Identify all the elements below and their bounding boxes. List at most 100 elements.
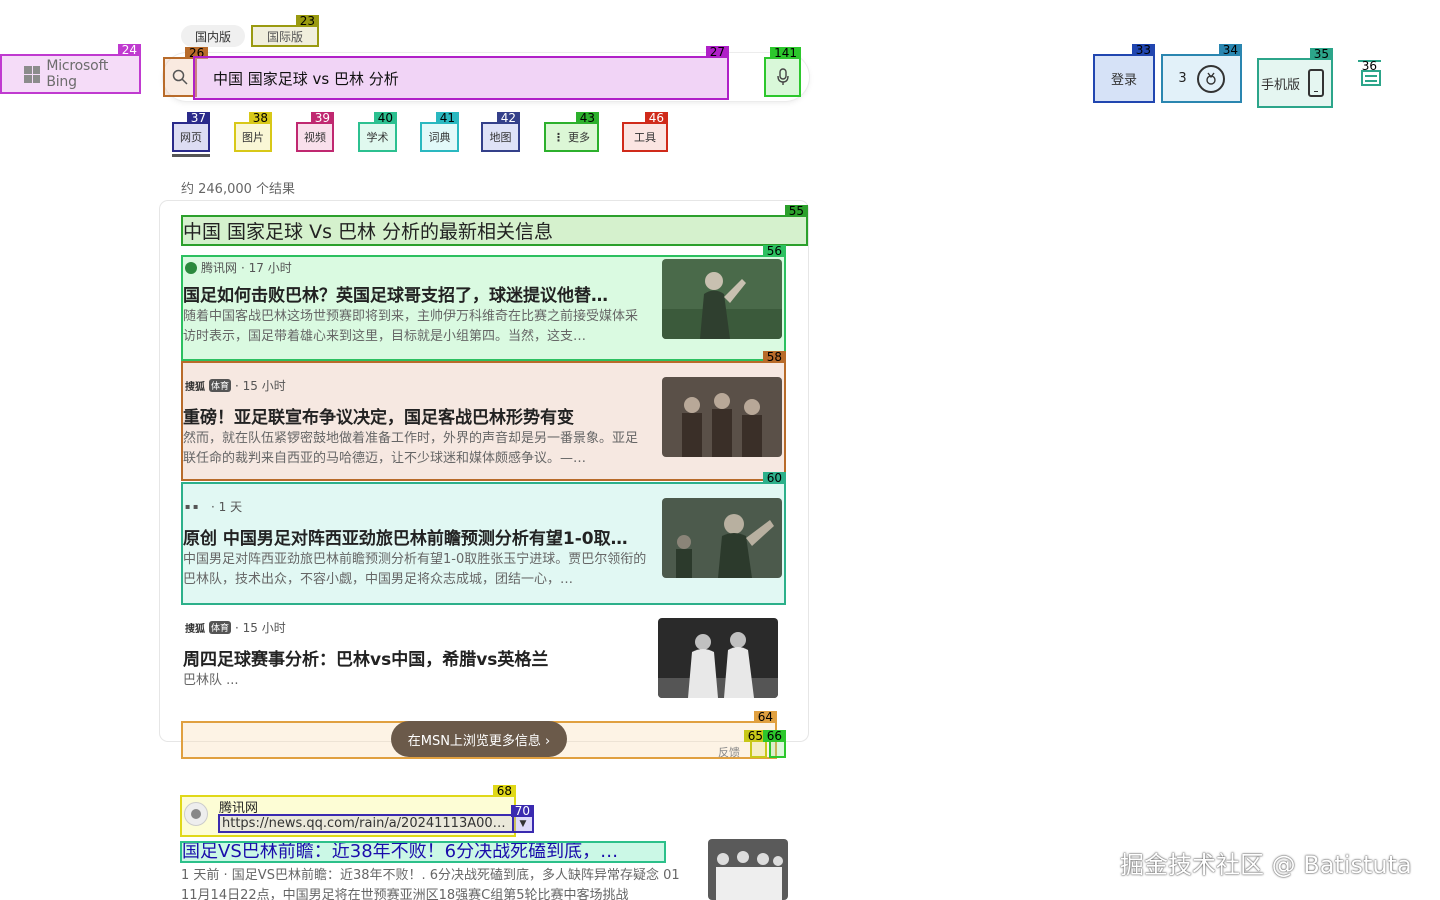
msn-more-button[interactable]: 在MSN上浏览更多信息 › xyxy=(391,721,567,757)
mark-label: 71 xyxy=(643,841,666,843)
url-dropdown-button[interactable]: ▼ 70 xyxy=(510,805,534,833)
version-domestic-tab[interactable]: 国内版 xyxy=(181,25,245,47)
mark-label: 64 xyxy=(753,711,777,723)
tab-more[interactable]: ⋮ 更多 43 xyxy=(544,112,599,152)
news-headline[interactable]: 重磅！亚足联宣布争议决定，国足客战巴林形势有变 xyxy=(183,403,638,428)
news-source: ▪ ▪ · 1 天 xyxy=(185,498,242,515)
microphone-button[interactable]: 141 xyxy=(764,47,801,97)
news-snippet: 然而，就在队伍紧锣密鼓地做着准备工作时，外界的声音却是另一番景象。亚足联任命的裁… xyxy=(183,431,639,466)
search-input[interactable]: 中国 国家足球 vs 巴林 分析 27 xyxy=(193,46,729,100)
bing-logo[interactable]: Microsoft Bing 24 xyxy=(0,44,141,94)
news-snippet: 随着中国客战巴林这场世预赛即将到来，主帅伊万科维奇在比赛之前接受媒体采访时表示，… xyxy=(183,309,639,344)
rewards-count: 3 xyxy=(1178,71,1187,86)
site-favicon-icon xyxy=(184,802,208,826)
tab-label: 网页 xyxy=(180,131,202,144)
mark-label: 40 xyxy=(373,112,397,124)
version-international-tab[interactable]: 国际版 23 xyxy=(251,15,319,47)
news-thumbnail[interactable] xyxy=(658,618,778,698)
mark-label: 33 xyxy=(1131,44,1155,56)
login-button[interactable]: 登录 33 xyxy=(1093,44,1155,103)
mark-label: 35 xyxy=(1309,48,1333,60)
mark-label: 23 xyxy=(295,15,319,27)
news-source-logo: ▪ ▪ xyxy=(185,501,199,511)
news-source-name: 搜狐 xyxy=(185,624,205,635)
login-label: 登录 xyxy=(1110,73,1137,88)
mobile-label: 手机版 xyxy=(1261,77,1301,93)
news-thumbnail[interactable] xyxy=(662,377,782,457)
tencent-icon xyxy=(185,261,197,274)
news-source: 腾讯网 · 17 小时 xyxy=(185,259,292,276)
microphone-icon xyxy=(776,68,789,85)
tab-academic[interactable]: 学术 40 xyxy=(358,112,397,152)
mark-label: 68 xyxy=(492,785,516,797)
tab-tools[interactable]: 工具 46 xyxy=(622,112,668,152)
tab-maps[interactable]: 地图 42 xyxy=(481,112,520,152)
mark-label: 27 xyxy=(705,46,729,58)
news-headline[interactable]: 国足如何击败巴林？英国足球哥支招了，球迷提议他替… xyxy=(183,281,638,306)
news-snippet: 中国男足对阵西亚劲旅巴林前瞻预测分析有望1-0取胜张玉宁进球。贾巴尔领衔的巴林队… xyxy=(183,552,647,587)
microsoft-logo-icon xyxy=(24,65,41,83)
news-source: 搜狐 体育 · 15 小时 xyxy=(185,377,286,394)
mark-label: 60 xyxy=(762,472,786,484)
tab-videos[interactable]: 视频 39 xyxy=(296,112,334,152)
news-headline[interactable]: 周四足球赛事分析：巴林vs中国，希腊vs英格兰 xyxy=(183,645,638,670)
tab-images[interactable]: 图片 38 xyxy=(234,112,272,152)
mark-label: 66 xyxy=(762,730,786,742)
result-title-text: 国足VS巴林前瞻：近38年不败！6分决战死磕到底，… xyxy=(182,841,619,862)
chevron-down-icon: ▼ xyxy=(519,819,527,829)
news-snippet: 巴林队 ... xyxy=(183,673,239,688)
news-source-name: 腾讯网 xyxy=(201,261,238,275)
tab-label: 地图 xyxy=(489,131,512,144)
news-card-title[interactable]: 中国 国家足球 Vs 巴林 分析的最新相关信息 55 xyxy=(181,205,808,246)
tab-label: 词典 xyxy=(428,131,451,144)
mobile-version-button[interactable]: 手机版 35 xyxy=(1257,48,1333,108)
mark-label: 42 xyxy=(496,112,520,124)
mark-label: 58 xyxy=(762,351,786,363)
result-snippet: 1 天前 · 国足VS巴林前瞻：近38年不败！. 6分决战死磕到底，多人缺阵异常… xyxy=(181,868,680,900)
news-source-tag: 体育 xyxy=(209,621,232,634)
mark-label: 55 xyxy=(784,205,808,217)
news-time: · 1 天 xyxy=(211,500,243,514)
mark-label: 46 xyxy=(644,112,668,124)
result-url[interactable]: https://news.qq.com/rain/a/20241113A00YH… xyxy=(218,814,514,833)
news-item[interactable]: 搜狐 体育 · 15 小时 周四足球赛事分析：巴林vs中国，希腊vs英格兰 巴林… xyxy=(181,611,786,717)
mark-label: 34 xyxy=(1218,44,1242,56)
mark-label: 70 xyxy=(510,805,534,817)
rewards-button[interactable]: 3 34 xyxy=(1161,44,1242,103)
news-item[interactable]: ▪ ▪ · 1 天 原创 中国男足对阵西亚劲旅巴林前瞻预测分析有望1-0取… 中… xyxy=(181,472,786,605)
active-tab-indicator xyxy=(172,154,210,157)
tab-web[interactable]: 网页 37 xyxy=(172,112,210,152)
feedback-label[interactable]: 反馈 xyxy=(718,744,740,760)
search-icon[interactable]: 26 xyxy=(163,47,209,97)
tab-label: 更多 xyxy=(568,131,590,144)
result-count: 约 246,000 个结果 xyxy=(181,182,296,197)
tab-label: 学术 xyxy=(366,131,389,144)
news-source-name: 搜狐 xyxy=(185,382,205,393)
mark-label: 38 xyxy=(248,112,272,124)
mark-label: 24 xyxy=(117,44,141,56)
thumbs-up-icon[interactable]: 65 xyxy=(743,730,767,758)
mark-label: 36 xyxy=(1357,60,1381,72)
news-thumbnail[interactable] xyxy=(662,259,782,339)
phone-icon xyxy=(1308,69,1325,97)
medal-icon xyxy=(1196,64,1225,93)
news-source-tag: 体育 xyxy=(209,379,232,392)
result-title[interactable]: 国足VS巴林前瞻：近38年不败！6分决战死磕到底，… 71 xyxy=(180,841,666,863)
news-headline[interactable]: 原创 中国男足对阵西亚劲旅巴林前瞻预测分析有望1-0取… xyxy=(183,524,638,549)
news-item[interactable]: 腾讯网 · 17 小时 国足如何击败巴林？英国足球哥支招了，球迷提议他替… 随着… xyxy=(181,245,786,361)
tab-dictionary[interactable]: 词典 41 xyxy=(420,112,459,152)
version-international-label: 国际版 xyxy=(266,29,303,44)
news-thumbnail[interactable] xyxy=(662,498,782,578)
search-query-text: 中国 国家足球 vs 巴林 分析 xyxy=(213,69,399,88)
menu-icon[interactable]: 36 xyxy=(1357,60,1381,86)
news-card-title-text: 中国 国家足球 Vs 巴林 分析的最新相关信息 xyxy=(183,221,554,243)
more-icon: ⋮ xyxy=(553,130,564,144)
thumbs-down-icon[interactable]: 66 xyxy=(762,730,786,758)
result-thumbnail[interactable] xyxy=(708,839,788,900)
watermark: 掘金技术社区 @ Batistuta xyxy=(1120,851,1412,879)
news-time: · 17 小时 xyxy=(241,261,292,275)
news-time: · 15 小时 xyxy=(235,621,286,635)
news-item[interactable]: 搜狐 体育 · 15 小时 重磅！亚足联宣布争议决定，国足客战巴林形势有变 然而… xyxy=(181,351,786,481)
tab-label: 视频 xyxy=(304,131,326,144)
news-source: 搜狐 体育 · 15 小时 xyxy=(185,619,286,636)
